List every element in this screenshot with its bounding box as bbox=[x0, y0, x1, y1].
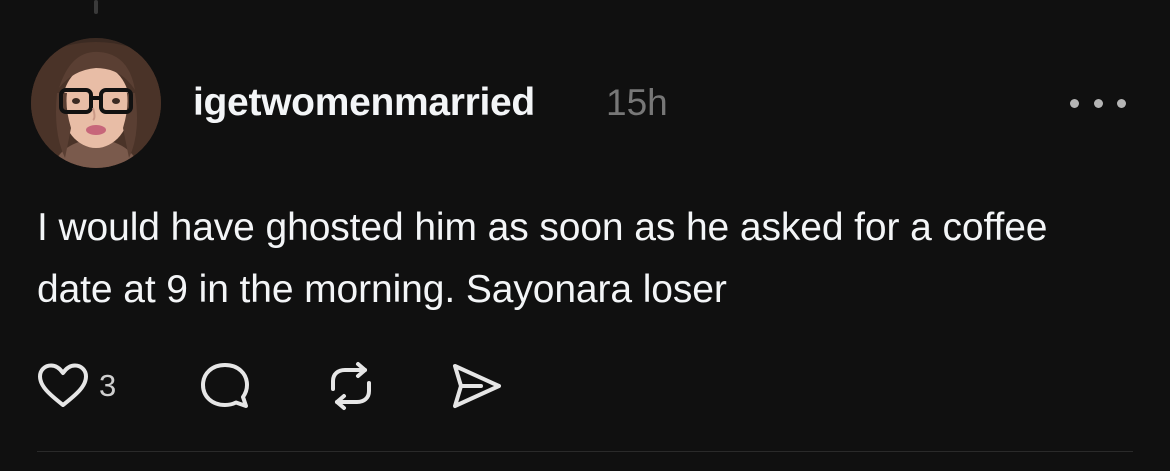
repost-icon bbox=[331, 362, 371, 410]
more-options-button[interactable] bbox=[1070, 90, 1126, 116]
like-count: 3 bbox=[99, 368, 117, 403]
thread-connector-line bbox=[94, 0, 98, 14]
avatar-image bbox=[31, 38, 161, 168]
heart-icon bbox=[38, 363, 88, 407]
share-button[interactable] bbox=[451, 360, 503, 412]
timestamp: 15h bbox=[606, 82, 668, 123]
more-horizontal-icon bbox=[1093, 98, 1103, 108]
avatar[interactable] bbox=[31, 38, 161, 168]
more-horizontal-icon bbox=[1117, 98, 1126, 108]
send-icon bbox=[453, 364, 501, 408]
comment-bubble-icon bbox=[201, 363, 249, 408]
username[interactable]: igetwomenmarried bbox=[193, 80, 535, 126]
reply-button[interactable] bbox=[199, 360, 251, 412]
divider bbox=[37, 451, 1133, 452]
more-horizontal-icon bbox=[1070, 98, 1079, 108]
like-button[interactable]: 3 bbox=[37, 360, 116, 412]
repost-button[interactable] bbox=[325, 360, 377, 412]
post-text: I would have ghosted him as soon as he a… bbox=[37, 206, 1048, 311]
